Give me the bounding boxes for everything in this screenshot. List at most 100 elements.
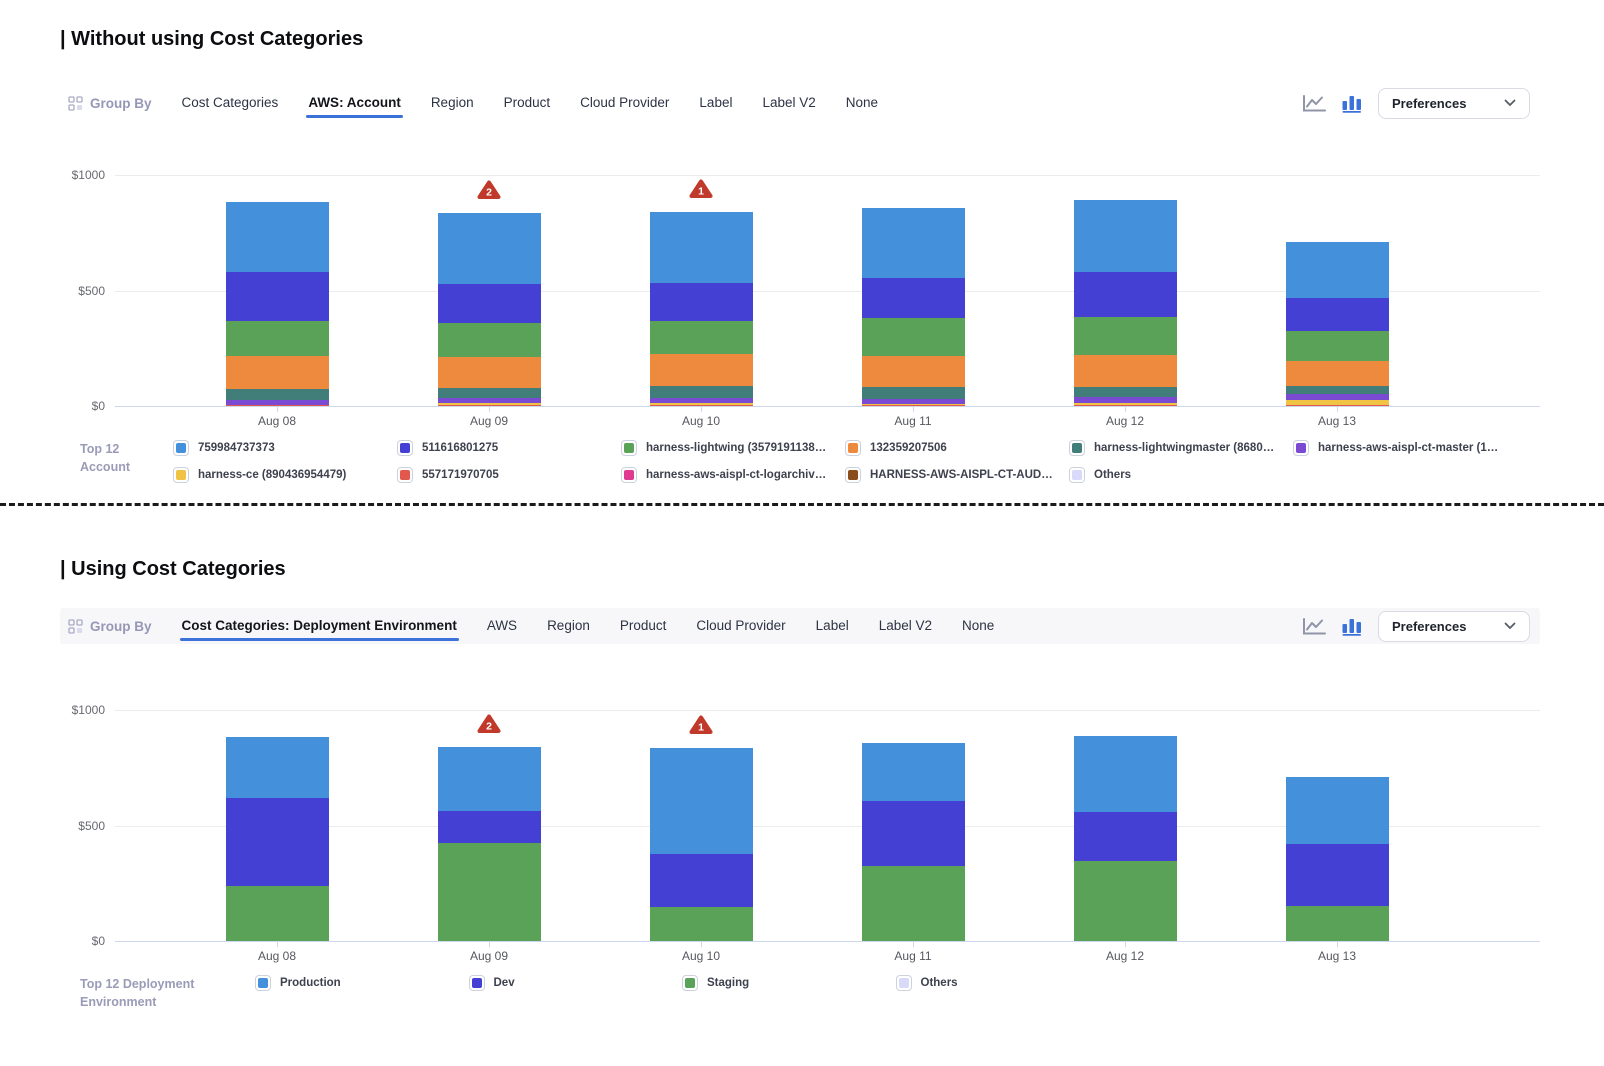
bar-chart-toggle-button[interactable] [1341, 93, 1363, 113]
legend-item-harness-aws-aispl-ct-master-1589[interactable]: harness-aws-aispl-ct-master (1589... [1293, 440, 1517, 456]
bar-segment-harness-lightwing-357919113896[interactable] [1074, 317, 1177, 355]
bar-segment-harness-lightwing-357919113896[interactable] [438, 323, 541, 358]
tab-label[interactable]: Label [816, 616, 849, 637]
legend-item-staging[interactable]: Staging [682, 975, 896, 991]
bar-aug-09[interactable] [438, 747, 541, 941]
tab-label-v2[interactable]: Label V2 [762, 93, 815, 114]
bar-segment-production[interactable] [226, 737, 329, 798]
bar-segment-staging[interactable] [438, 843, 541, 941]
bar-segment-511616801275[interactable] [226, 272, 329, 320]
bar-segment-harness-lightwing-357919113896[interactable] [1286, 331, 1389, 361]
bar-aug-08[interactable] [226, 202, 329, 406]
bar-segment-harness-lightwingmaster-8680013[interactable] [1074, 387, 1177, 397]
bar-segment-staging[interactable] [1286, 906, 1389, 941]
legend-item-production[interactable]: Production [255, 975, 469, 991]
bar-segment-dev[interactable] [1074, 812, 1177, 861]
legend-item-harness-aws-aispl-ct-logarchive-3[interactable]: harness-aws-aispl-ct-logarchive (3... [621, 467, 845, 483]
bar-segment-511616801275[interactable] [438, 284, 541, 322]
preferences-button[interactable]: Preferences [1378, 611, 1530, 642]
bar-segment-132359207506[interactable] [226, 356, 329, 389]
bar-segment-132359207506[interactable] [1074, 355, 1177, 386]
bar-aug-09[interactable] [438, 213, 541, 406]
legend-item-557171970705[interactable]: 557171970705 [397, 467, 621, 483]
bar-segment-harness-lightwingmaster-8680013[interactable] [862, 387, 965, 399]
bar-chart-toggle-button[interactable] [1341, 616, 1363, 636]
tab-label-v2[interactable]: Label V2 [879, 616, 932, 637]
bar-segment-557171970705[interactable] [650, 405, 753, 406]
bar-segment-production[interactable] [1286, 777, 1389, 844]
bar-segment-759984737373[interactable] [1286, 242, 1389, 299]
tab-region[interactable]: Region [547, 616, 590, 637]
bar-segment-557171970705[interactable] [1074, 405, 1177, 406]
bar-segment-511616801275[interactable] [650, 283, 753, 322]
bar-segment-harness-lightwingmaster-8680013[interactable] [226, 389, 329, 401]
bar-segment-511616801275[interactable] [862, 278, 965, 318]
bar-segment-557171970705[interactable] [438, 405, 541, 406]
tab-product[interactable]: Product [504, 93, 551, 114]
bar-segment-759984737373[interactable] [226, 202, 329, 272]
bar-segment-dev[interactable] [650, 854, 753, 907]
bar-segment-dev[interactable] [1286, 844, 1389, 906]
line-chart-toggle-button[interactable] [1302, 94, 1326, 113]
preferences-button[interactable]: Preferences [1378, 88, 1530, 119]
bar-segment-staging[interactable] [862, 866, 965, 941]
bar-segment-132359207506[interactable] [862, 356, 965, 388]
tab-product[interactable]: Product [620, 616, 667, 637]
bar-aug-10[interactable] [650, 748, 753, 941]
tab-label[interactable]: Label [699, 93, 732, 114]
bar-aug-13[interactable] [1286, 242, 1389, 406]
anomaly-badge[interactable]: 2 [477, 180, 501, 200]
bar-aug-12[interactable] [1074, 200, 1177, 406]
bar-segment-production[interactable] [438, 747, 541, 810]
bar-segment-production[interactable] [862, 743, 965, 801]
tab-none[interactable]: None [962, 616, 994, 637]
legend-item-others[interactable]: Others [1069, 467, 1293, 483]
anomaly-badge[interactable]: 1 [689, 715, 713, 735]
tab-cost-categories-deployment-environment[interactable]: Cost Categories: Deployment Environment [182, 616, 457, 637]
legend-item-harness-lightwingmaster-8680013[interactable]: harness-lightwingmaster (8680013... [1069, 440, 1293, 456]
bar-aug-13[interactable] [1286, 777, 1389, 941]
bar-aug-11[interactable] [862, 743, 965, 941]
bar-segment-557171970705[interactable] [1286, 405, 1389, 406]
legend-item-dev[interactable]: Dev [469, 975, 683, 991]
bar-segment-staging[interactable] [226, 886, 329, 941]
tab-aws[interactable]: AWS [487, 616, 517, 637]
bar-segment-staging[interactable] [1074, 861, 1177, 941]
bar-segment-dev[interactable] [438, 811, 541, 844]
legend-item-harness-lightwing-357919113896[interactable]: harness-lightwing (357919113896) [621, 440, 845, 456]
tab-none[interactable]: None [846, 93, 878, 114]
bar-segment-557171970705[interactable] [862, 405, 965, 406]
bar-segment-harness-lightwing-357919113896[interactable] [650, 321, 753, 354]
bar-aug-10[interactable] [650, 212, 753, 406]
legend-item-759984737373[interactable]: 759984737373 [173, 440, 397, 456]
anomaly-badge[interactable]: 1 [689, 179, 713, 199]
bar-segment-harness-lightwingmaster-8680013[interactable] [650, 386, 753, 398]
bar-segment-511616801275[interactable] [1074, 272, 1177, 318]
bar-segment-dev[interactable] [226, 798, 329, 886]
bar-segment-132359207506[interactable] [438, 357, 541, 388]
bar-segment-harness-lightwing-357919113896[interactable] [226, 321, 329, 356]
bar-segment-759984737373[interactable] [650, 212, 753, 283]
tab-cloud-provider[interactable]: Cloud Provider [696, 616, 785, 637]
bar-segment-harness-lightwing-357919113896[interactable] [862, 318, 965, 356]
line-chart-toggle-button[interactable] [1302, 617, 1326, 636]
tab-region[interactable]: Region [431, 93, 474, 114]
bar-aug-12[interactable] [1074, 736, 1177, 941]
bar-segment-132359207506[interactable] [1286, 361, 1389, 385]
bar-segment-harness-lightwingmaster-8680013[interactable] [438, 388, 541, 398]
bar-aug-11[interactable] [862, 208, 965, 406]
bar-segment-759984737373[interactable] [862, 208, 965, 278]
legend-item-harness-aws-aispl-ct-audit[interactable]: HARNESS-AWS-AISPL-CT-AUDIT (... [845, 467, 1069, 483]
legend-item-511616801275[interactable]: 511616801275 [397, 440, 621, 456]
bar-aug-08[interactable] [226, 737, 329, 941]
bar-segment-132359207506[interactable] [650, 354, 753, 386]
anomaly-badge[interactable]: 2 [477, 714, 501, 734]
bar-segment-production[interactable] [650, 748, 753, 854]
legend-item-others[interactable]: Others [896, 975, 1110, 991]
bar-segment-759984737373[interactable] [438, 213, 541, 284]
legend-item-harness-ce-890436954479[interactable]: harness-ce (890436954479) [173, 467, 397, 483]
tab-cloud-provider[interactable]: Cloud Provider [580, 93, 669, 114]
bar-segment-production[interactable] [1074, 736, 1177, 812]
bar-segment-harness-lightwingmaster-8680013[interactable] [1286, 386, 1389, 394]
bar-segment-dev[interactable] [862, 801, 965, 866]
